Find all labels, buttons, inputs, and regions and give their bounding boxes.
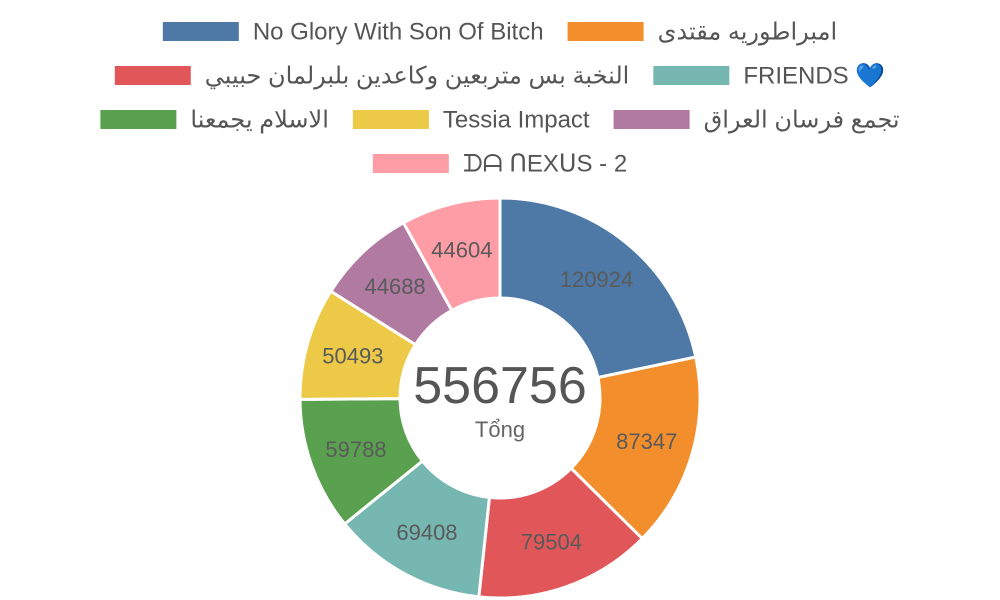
total-label: Tổng <box>475 417 525 442</box>
legend-swatch[interactable] <box>352 110 429 129</box>
slice-value-label: 50493 <box>322 343 383 368</box>
slice-value-label: 59788 <box>325 437 386 462</box>
slice-value-label: 69408 <box>396 520 457 545</box>
legend-row: الاسلام يجمعنا Tessia Impact تجمع فرسان ال… <box>100 107 900 134</box>
slice-value-label: 79504 <box>521 530 582 555</box>
total-value: 556756 <box>413 357 587 415</box>
legend-label[interactable]: الاسلام يجمعنا <box>190 107 329 134</box>
legend-label[interactable]: ᗪᗩ ᑎEXᑌS - 2 <box>463 151 627 178</box>
legend-label[interactable]: تجمع فرسان العراق <box>704 107 900 134</box>
chart-legend: No Glory With Son Of Bitch امبراطوريه مقت… <box>100 19 900 178</box>
donut-chart: No Glory With Son Of Bitch امبراطوريه مقت… <box>100 19 900 600</box>
legend-row: No Glory With Son Of Bitch امبراطوريه مقت… <box>162 19 838 46</box>
legend-swatch[interactable] <box>100 110 177 129</box>
legend-label[interactable]: امبراطوريه مقتدى <box>658 19 838 46</box>
legend-label[interactable]: FRIENDS 💙 <box>743 63 885 90</box>
legend-label[interactable]: Tessia Impact <box>443 107 590 134</box>
legend-label[interactable]: No Glory With Son Of Bitch <box>253 19 544 46</box>
legend-swatch[interactable] <box>653 66 730 85</box>
legend-swatch[interactable] <box>613 110 690 129</box>
slice-value-label: 44688 <box>364 274 425 299</box>
slice-value-label: 120924 <box>560 267 633 292</box>
legend-row: النخبة بس متربعين وكاعدين بلبرلمان حبيبي… <box>114 63 885 90</box>
slice-value-label: 87347 <box>616 429 677 454</box>
legend-swatch[interactable] <box>114 66 191 85</box>
legend-swatch[interactable] <box>372 154 449 173</box>
slice-value-label: 44604 <box>431 237 492 262</box>
legend-swatch[interactable] <box>162 22 239 41</box>
legend-row: ᗪᗩ ᑎEXᑌS - 2 <box>372 151 627 178</box>
legend-swatch[interactable] <box>567 22 644 41</box>
legend-label[interactable]: النخبة بس متربعين وكاعدين بلبرلمان حبيبي <box>205 63 630 90</box>
